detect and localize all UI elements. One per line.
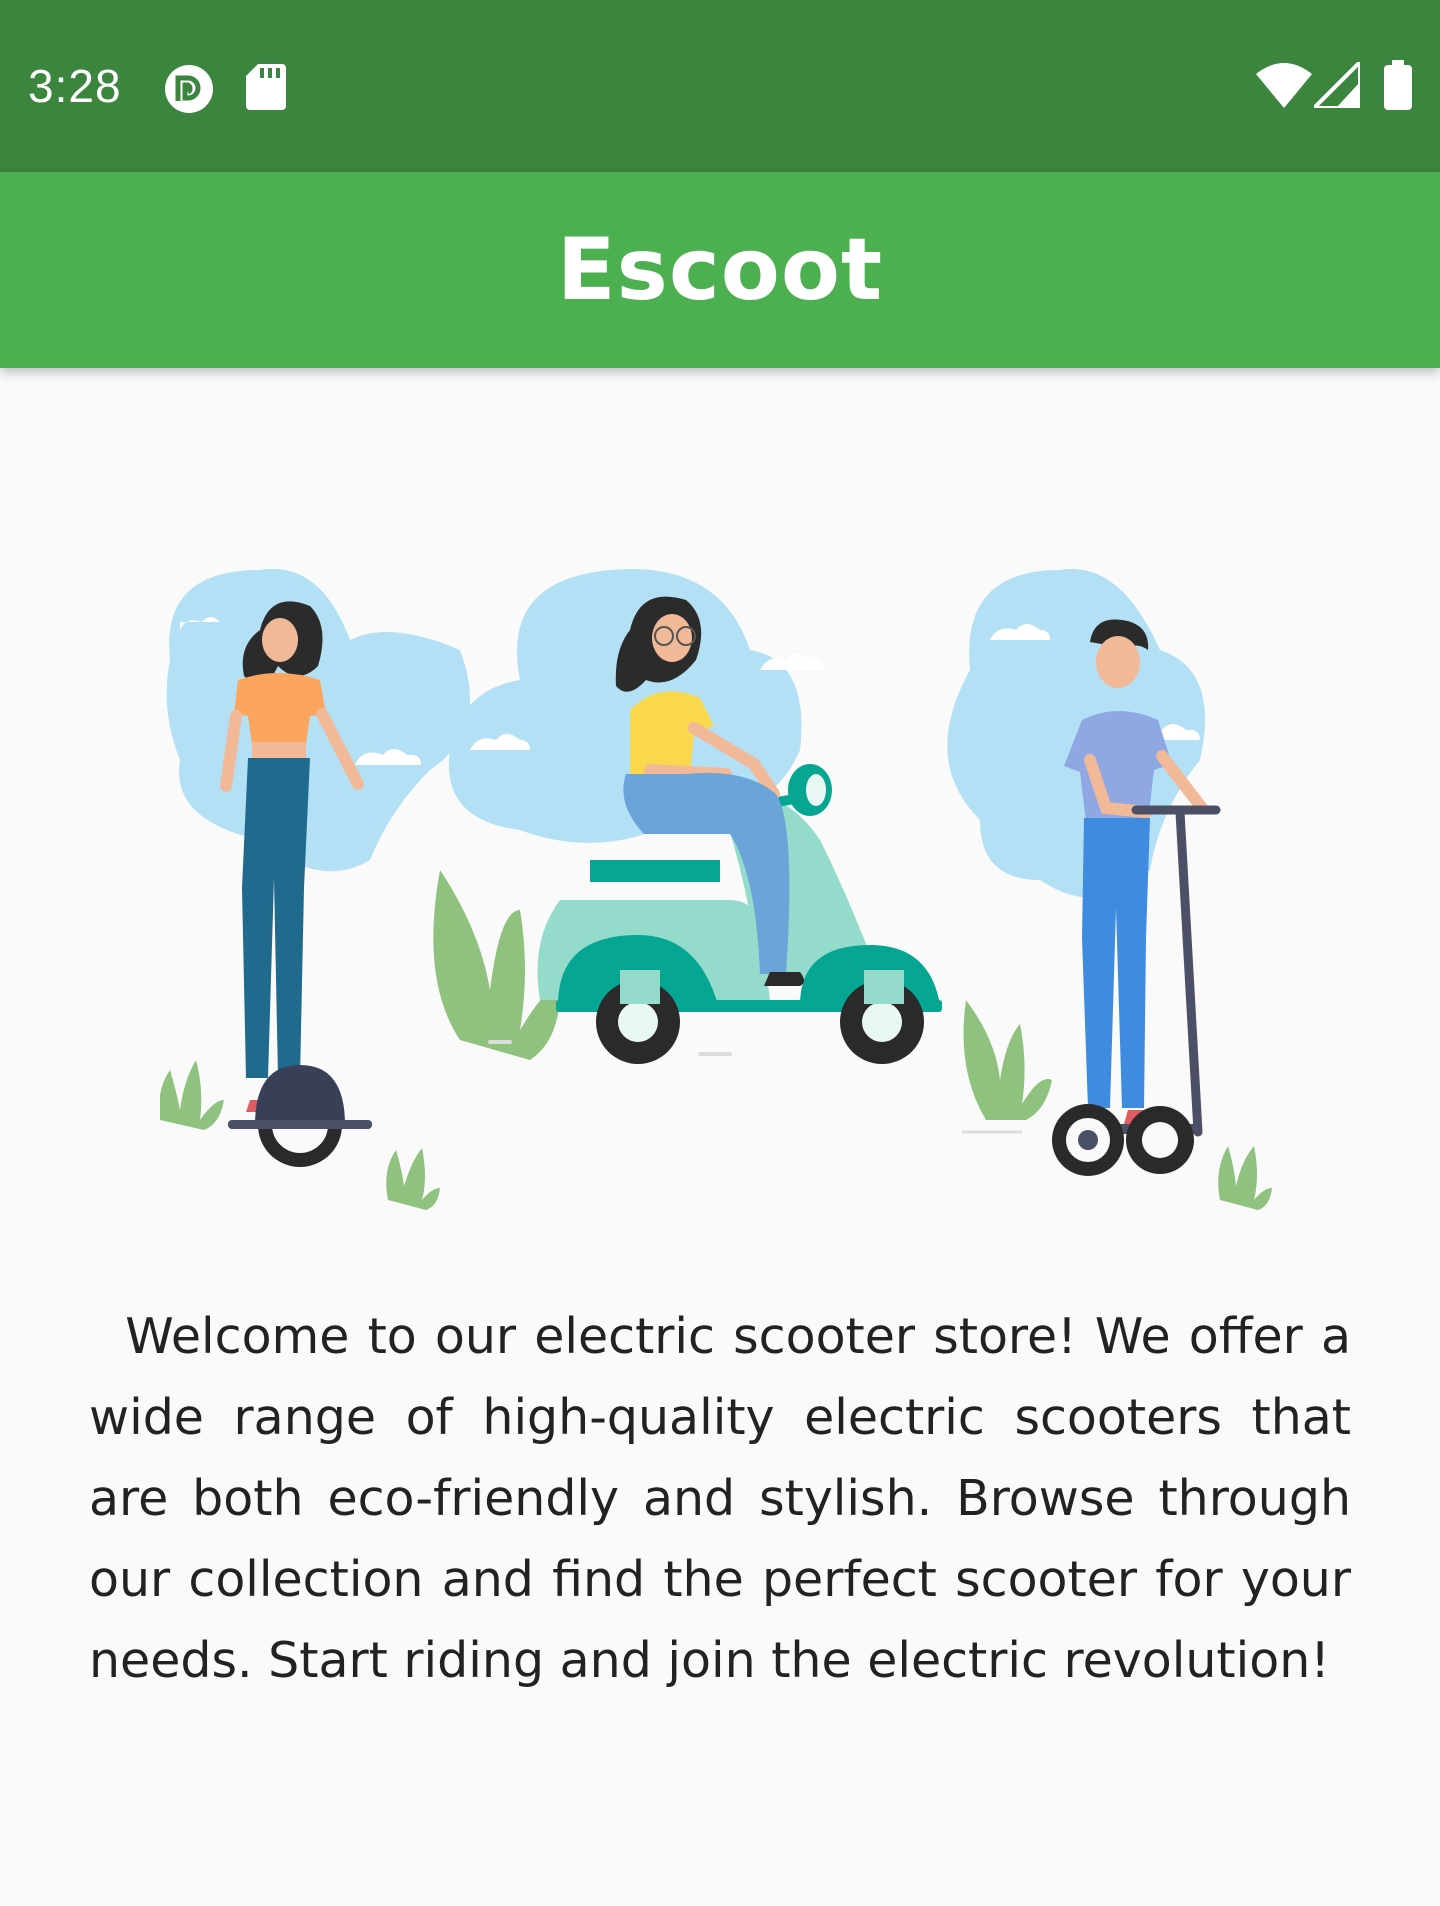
status-time: 3:28 — [28, 60, 122, 112]
wifi-icon — [1256, 63, 1312, 108]
battery-icon — [1384, 60, 1412, 110]
moped-rider-figure — [433, 569, 942, 1064]
status-bar: 3:28 — [0, 0, 1440, 172]
pocket-casts-icon — [165, 65, 213, 113]
signal-icon — [1314, 62, 1360, 108]
people-riding-electric-scooters-illustration — [160, 568, 1272, 1210]
app-title: Escoot — [556, 220, 884, 320]
sd-card-icon — [246, 64, 286, 110]
welcome-text: Welcome to our electric scooter store! W… — [89, 1308, 1351, 1689]
kick-scooter-rider-figure — [947, 569, 1272, 1210]
app-bar: Escoot — [0, 172, 1440, 368]
hoverboard-rider-figure — [160, 568, 470, 1210]
